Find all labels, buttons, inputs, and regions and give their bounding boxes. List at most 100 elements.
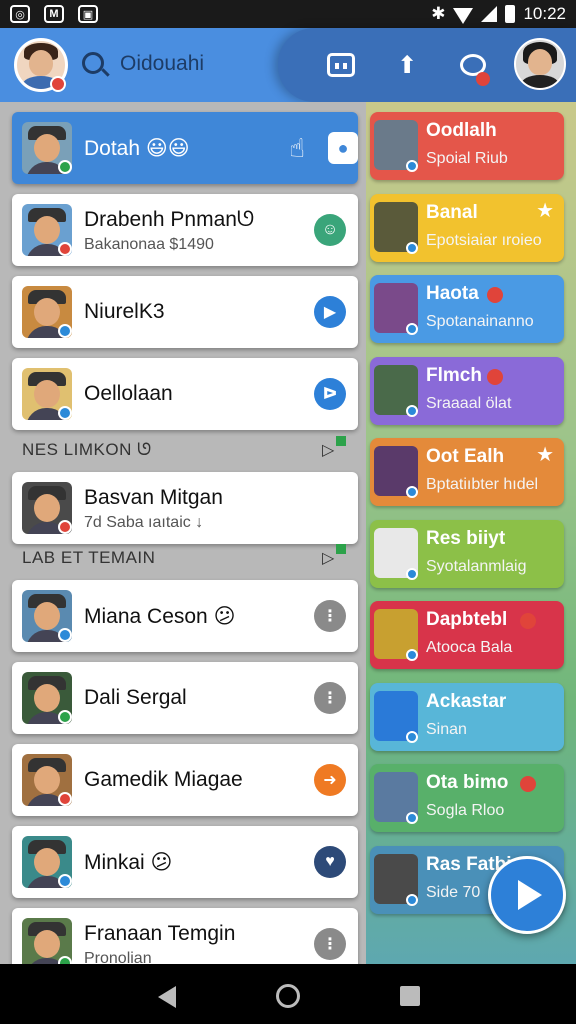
contact-card[interactable]: Dotah 😃😃 ☝ ●	[12, 112, 358, 184]
notification-badge-icon	[487, 368, 503, 385]
group-name: Res biiyt	[426, 527, 506, 549]
status-dot-icon	[58, 956, 72, 964]
group-subtitle: Side 70	[426, 883, 481, 901]
groups-panel[interactable]: Oodlalh Spoial Riub Banal Epotsiaiar ıroieo…	[366, 102, 576, 964]
group-card[interactable]: Res biiyt Syotalanmlaig	[370, 519, 564, 588]
contact-action-button[interactable]: ➜	[314, 764, 346, 796]
wifi-icon	[453, 8, 474, 24]
contact-subtitle: 7d Saba ıaıtaic ↓	[84, 514, 204, 531]
group-name: Dapbtebl	[426, 609, 508, 630]
contact-card[interactable]: Franaan Temgin Pronolian ⋮	[12, 908, 358, 964]
group-card[interactable]: Ackastar Sinan	[370, 682, 564, 751]
contact-subtitle: Bakanonaa $1490	[84, 236, 214, 253]
contact-name: Gamedik Miagae	[84, 768, 243, 791]
group-card[interactable]: Ota bimo Sogla Rloo	[370, 764, 564, 832]
contact-name: Miana Ceson 😕	[84, 605, 236, 628]
group-subtitle: Syotalanmlaig	[426, 557, 527, 575]
contact-card[interactable]: Minkai 😕 ♥	[12, 826, 358, 898]
status-dot-icon	[58, 628, 72, 642]
contact-name: Dotah 😃😃	[84, 137, 190, 160]
group-name: Ota bimo	[426, 772, 509, 793]
search-icon[interactable]	[82, 52, 104, 74]
contact-action-button[interactable]: ▶	[314, 296, 346, 328]
notification-badge-icon	[520, 613, 536, 629]
contact-name: Oellolaan	[84, 382, 173, 405]
active-actions: ☝ ●	[282, 132, 358, 164]
play-button[interactable]	[488, 856, 566, 934]
group-card[interactable]: Haota Spotanainanno	[370, 275, 564, 343]
recents-icon[interactable]	[400, 986, 420, 1006]
back-icon[interactable]	[158, 986, 176, 1008]
camera-icon[interactable]: ●	[328, 132, 358, 164]
group-card[interactable]: Banal Epotsiaiar ıroieo ★	[370, 193, 564, 262]
status-dot-icon	[58, 324, 72, 338]
battery-icon	[505, 5, 516, 23]
contact-name: NiurelK3	[84, 300, 165, 323]
group-card[interactable]: Oodlalh Spoial Riub	[370, 112, 564, 180]
contact-card[interactable]: Miana Ceson 😕 ⋮	[12, 580, 358, 652]
status-dot-icon	[58, 242, 72, 256]
contact-action-button[interactable]: ⋮	[314, 600, 346, 632]
status-dot-icon	[406, 730, 418, 743]
section-header: LAB ET TEMAIN	[22, 548, 156, 567]
contact-card[interactable]: NiurelK3 ▶	[12, 276, 358, 348]
contact-name: Basvan Mitgan	[84, 486, 223, 509]
contact-action-button[interactable]: ♥	[314, 846, 346, 878]
contact-name: Minkai 😕	[84, 851, 173, 874]
contact-name: Drabenh Pnmanᘎ	[84, 208, 255, 231]
touch-icon[interactable]: ☝	[282, 132, 312, 164]
section-video-icon[interactable]: ▷	[322, 544, 346, 567]
status-dot-icon	[58, 406, 72, 420]
contact-action-button[interactable]: ⋮	[314, 682, 346, 714]
contact-subtitle: Pronolian	[84, 950, 152, 964]
group-name: Haota	[426, 283, 479, 304]
group-card[interactable]: Oot Ealh Bptatiıbter hıdel ★	[370, 438, 564, 506]
app-icon: M	[44, 5, 64, 23]
bot-icon[interactable]	[324, 48, 358, 82]
status-dot-icon	[406, 567, 418, 580]
status-dot-icon	[406, 649, 418, 661]
contact-action-button[interactable]: ᐅ	[314, 378, 346, 410]
status-dot-icon	[58, 520, 72, 534]
status-dot-icon	[406, 404, 418, 417]
section-video-icon[interactable]: ▷	[322, 436, 346, 459]
contact-action-button[interactable]: ☺	[314, 214, 346, 246]
contact-card[interactable]: Basvan Mitgan 7d Saba ıaıtaic ↓	[12, 472, 358, 544]
contact-name: Franaan Temgin	[84, 922, 236, 945]
group-name: Ackastar	[426, 690, 507, 712]
contacts-panel[interactable]: Dotah 😃😃 ☝ ● Drabenh Pnmanᘎ Bakanonaa $1490 ☺…	[0, 102, 366, 964]
notification-badge-icon	[487, 287, 503, 303]
status-dot-icon	[406, 160, 418, 172]
group-subtitle: Spoial Riub	[426, 150, 508, 167]
status-dot-icon	[58, 160, 72, 174]
contact-card[interactable]: Oellolaan ᐅ	[12, 358, 358, 430]
home-icon[interactable]	[276, 984, 300, 1008]
group-card[interactable]: Dapbtebl Atooca Bala	[370, 601, 564, 669]
contact-card[interactable]: Gamedik Miagae ➜	[12, 744, 358, 816]
star-icon[interactable]: ★	[536, 442, 554, 467]
group-card[interactable]: Flmch Sraaaal ölat	[370, 356, 564, 425]
status-dot-icon	[406, 893, 418, 906]
signal-icon	[481, 6, 498, 22]
bluetooth-icon: ✱	[431, 4, 446, 23]
contact-card[interactable]: Dali Sergal ⋮	[12, 662, 358, 734]
status-dot-icon	[58, 792, 72, 806]
search-input[interactable]: Oidouahi	[120, 52, 204, 76]
user-avatar[interactable]	[514, 38, 566, 90]
contact-name: Dali Sergal	[84, 686, 187, 709]
notification-badge-icon	[520, 776, 536, 792]
group-subtitle: Sraaaal ölat	[426, 394, 512, 412]
section-header: NES LIMKON ᘎ	[22, 440, 152, 459]
navigation-bar	[0, 964, 576, 1024]
share-icon[interactable]: ⬆	[390, 48, 424, 82]
group-subtitle: Bptatiıbter hıdel	[426, 476, 539, 493]
contact-card[interactable]: Drabenh Pnmanᘎ Bakanonaa $1490 ☺	[12, 194, 358, 266]
status-dot-icon	[406, 486, 418, 498]
app-header: Oidouahi ⬆	[0, 28, 576, 102]
contact-action-button[interactable]: ⋮	[314, 928, 346, 960]
group-subtitle: Atooca Bala	[426, 639, 513, 656]
group-subtitle: Spotanainanno	[426, 313, 534, 330]
chat-notification-badge	[476, 72, 490, 86]
star-icon[interactable]: ★	[536, 198, 554, 223]
group-subtitle: Sinan	[426, 720, 467, 738]
